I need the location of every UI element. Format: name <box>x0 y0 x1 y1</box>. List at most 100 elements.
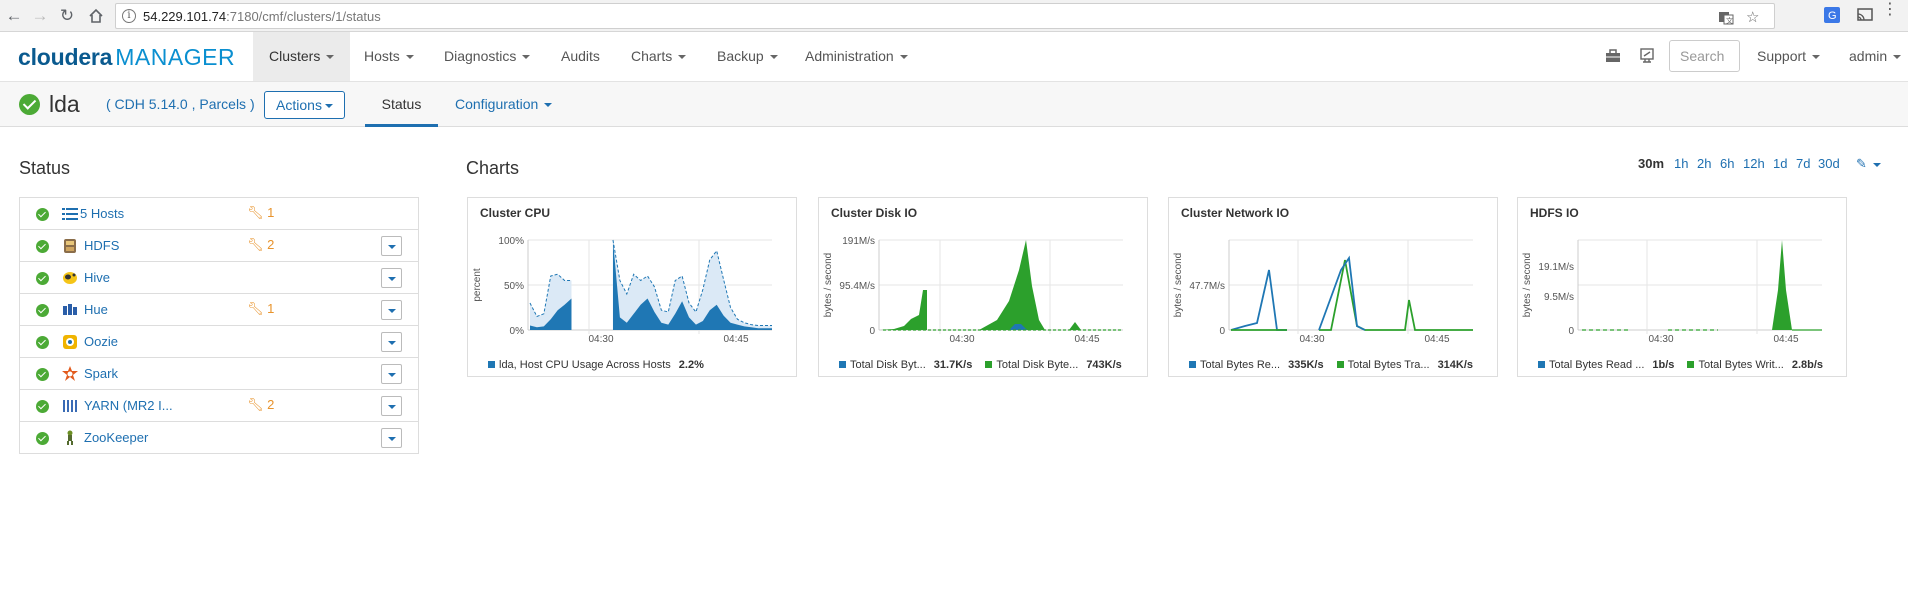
x-tick-label: 04:30 <box>949 334 974 345</box>
main-navbar: cloudera MANAGER Clusters Hosts Diagnosti… <box>0 32 1908 82</box>
x-tick-label: 04:45 <box>1424 334 1449 345</box>
y-tick-label: 0 <box>869 326 875 337</box>
translate-icon[interactable]: 文 <box>1718 10 1734 30</box>
service-link-hue[interactable]: Hue <box>84 302 108 317</box>
chart-legend: Total Disk Byt... 31.7K/s Total Disk Byte… <box>839 359 1132 371</box>
chevron-down-icon <box>769 55 778 60</box>
search-input[interactable]: Search <box>1669 40 1740 72</box>
back-icon[interactable]: ← <box>2 4 26 28</box>
time-range-30d[interactable]: 30d <box>1818 156 1840 171</box>
chart-hdfs-io[interactable]: HDFS IO 19.1M/s 9.5M/s 0 04:30 04:45 byt… <box>1517 197 1847 377</box>
time-range-7d[interactable]: 7d <box>1796 156 1810 171</box>
config-issues-badge[interactable]: 🔧︎ 1 <box>247 205 274 221</box>
y-tick-label: 0 <box>1219 326 1225 337</box>
time-range-1d[interactable]: 1d <box>1773 156 1787 171</box>
running-commands-icon[interactable] <box>1638 47 1656 65</box>
time-range-12h[interactable]: 12h <box>1743 156 1765 171</box>
pencil-icon: ✎ <box>1856 156 1867 171</box>
y-tick-label: 50% <box>504 281 524 292</box>
legend-label: Total Bytes Read ... <box>1549 359 1645 371</box>
health-good-icon <box>36 432 49 445</box>
service-actions-dropdown[interactable] <box>381 268 402 288</box>
cast-icon[interactable] <box>1856 6 1874 24</box>
chart-legend: lda, Host CPU Usage Across Hosts 2.2% <box>488 359 714 371</box>
tab-status[interactable]: Status <box>365 82 438 127</box>
cluster-version-link[interactable]: ( CDH 5.14.0 , Parcels ) <box>106 96 255 112</box>
chart-plot: 19.1M/s 9.5M/s 0 04:30 04:45 bytes / sec… <box>1522 239 1822 345</box>
time-range-1h[interactable]: 1h <box>1674 156 1688 171</box>
legend-value: 31.7K/s <box>933 359 973 371</box>
health-good-icon <box>36 368 49 381</box>
series-area-write <box>881 290 927 330</box>
nav-user-menu[interactable]: admin <box>1833 32 1902 81</box>
service-actions-dropdown[interactable] <box>381 332 402 352</box>
home-icon[interactable] <box>84 4 108 28</box>
nav-support[interactable]: Support <box>1741 32 1836 81</box>
tab-configuration[interactable]: Configuration <box>455 82 553 127</box>
chevron-down-icon <box>1893 55 1902 60</box>
y-tick-label: 0% <box>510 326 525 337</box>
service-link-hdfs[interactable]: HDFS <box>84 238 119 253</box>
wrench-icon: 🔧︎ <box>247 397 264 412</box>
logo-text-cloudera: cloudera <box>18 44 113 70</box>
time-range-30m[interactable]: 30m <box>1638 156 1664 171</box>
charts-section-title: Charts <box>466 158 520 178</box>
bookmark-star-icon[interactable]: ☆ <box>1746 10 1759 26</box>
chart-cluster-network-io[interactable]: Cluster Network IO 47.7M/s 0 04:30 04:45… <box>1168 197 1498 377</box>
health-good-icon <box>36 240 49 253</box>
nav-audits[interactable]: Audits <box>545 32 616 81</box>
service-link-spark[interactable]: Spark <box>84 366 118 381</box>
cloudera-manager-logo[interactable]: cloudera MANAGER <box>18 44 235 71</box>
service-actions-dropdown[interactable] <box>381 428 402 448</box>
time-range-6h[interactable]: 6h <box>1720 156 1734 171</box>
service-link-hosts[interactable]: 5 Hosts <box>80 206 124 221</box>
service-row-oozie: Oozie <box>20 326 418 358</box>
chart-plot: 191M/s 95.4M/s 0 04:30 04:45 bytes / sec… <box>823 236 1123 345</box>
series-line-received <box>1318 255 1366 331</box>
legend-label: Total Bytes Tra... <box>1347 359 1430 371</box>
wrench-icon: 🔧︎ <box>247 205 264 220</box>
forward-icon[interactable]: → <box>28 4 52 28</box>
url-text[interactable]: 54.229.101.74:7180/cmf/clusters/1/status <box>143 9 381 24</box>
nav-administration[interactable]: Administration <box>789 32 924 81</box>
nav-hosts[interactable]: Hosts <box>348 32 430 81</box>
service-link-hive[interactable]: Hive <box>84 270 110 285</box>
nav-diagnostics[interactable]: Diagnostics <box>428 32 546 81</box>
service-row-hue: Hue 🔧︎ 1 <box>20 294 418 326</box>
chevron-down-icon <box>1872 162 1881 167</box>
service-link-zookeeper[interactable]: ZooKeeper <box>84 430 148 445</box>
nav-backup[interactable]: Backup <box>701 32 794 81</box>
edit-charts-button[interactable]: ✎ <box>1856 156 1881 172</box>
cluster-header: lda ( CDH 5.14.0 , Parcels ) Actions Sta… <box>0 82 1908 127</box>
browser-menu-icon[interactable]: ⋮ <box>1882 2 1898 18</box>
health-good-icon <box>36 272 49 285</box>
chart-cluster-cpu[interactable]: Cluster CPU 100% 50% 0% 04:30 04:45 perc… <box>467 197 797 377</box>
chart-cluster-disk-io[interactable]: Cluster Disk IO 191M/s 95.4M/s 0 04:30 0… <box>818 197 1148 377</box>
cluster-health-good-icon <box>19 94 40 115</box>
time-range-2h[interactable]: 2h <box>1697 156 1711 171</box>
config-issues-badge[interactable]: 🔧︎ 2 <box>247 397 274 413</box>
service-actions-dropdown[interactable] <box>381 236 402 256</box>
translate-extension-icon[interactable]: G <box>1823 6 1841 24</box>
chart-legend: Total Bytes Read ... 1b/s Total Bytes Wri… <box>1538 359 1833 371</box>
service-link-oozie[interactable]: Oozie <box>84 334 118 349</box>
service-row-spark: Spark <box>20 358 418 390</box>
site-info-icon[interactable]: i <box>122 9 136 23</box>
wrench-icon: 🔧︎ <box>247 301 264 316</box>
y-tick-label: 9.5M/s <box>1544 292 1574 303</box>
service-actions-dropdown[interactable] <box>381 364 402 384</box>
nav-charts[interactable]: Charts <box>615 32 702 81</box>
legend-swatch <box>488 361 495 368</box>
address-bar[interactable]: i 54.229.101.74:7180/cmf/clusters/1/stat… <box>115 3 1775 29</box>
service-link-yarn[interactable]: YARN (MR2 I... <box>84 398 173 413</box>
actions-button[interactable]: Actions <box>264 91 345 119</box>
x-tick-label: 04:45 <box>1773 334 1798 345</box>
y-tick-label: 0 <box>1568 326 1574 337</box>
config-issues-badge[interactable]: 🔧︎ 1 <box>247 301 274 317</box>
nav-clusters[interactable]: Clusters <box>253 32 351 81</box>
service-actions-dropdown[interactable] <box>381 300 402 320</box>
config-issues-badge[interactable]: 🔧︎ 2 <box>247 237 274 253</box>
parcels-icon[interactable] <box>1604 47 1622 65</box>
reload-icon[interactable]: ↻ <box>55 4 79 28</box>
service-actions-dropdown[interactable] <box>381 396 402 416</box>
